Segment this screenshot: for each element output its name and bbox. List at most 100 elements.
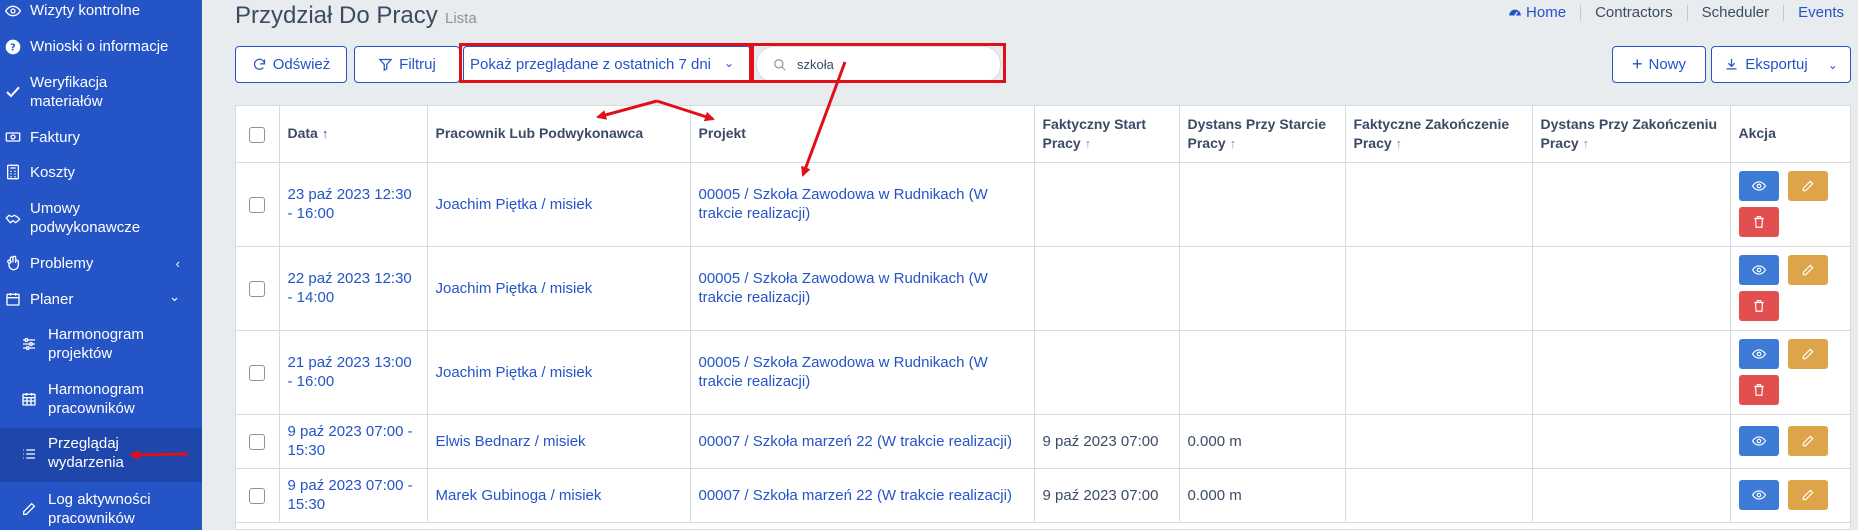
sidebar-item-umowy[interactable]: Umowy podwykonawcze [0, 199, 202, 241]
cell-project[interactable]: 00005 / Szkoła Zawodowa w Rudnikach (W t… [690, 246, 1035, 331]
cell-date[interactable]: 22 paź 2023 12:30 - 14:00 [279, 246, 428, 331]
cell-worker[interactable]: Joachim Piętka / misiek [427, 246, 691, 331]
cell-project[interactable]: 00007 / Szkoła marzeń 22 (W trakcie real… [690, 414, 1035, 469]
sidebar-item-log-aktywnosci[interactable]: Log aktywności pracowników [0, 490, 202, 530]
column-header-actual-start[interactable]: Faktyczny Start Pracy ↑ [1034, 106, 1180, 163]
sidebar-item-koszty[interactable]: Koszty [0, 163, 202, 185]
edit-button[interactable] [1787, 171, 1828, 201]
cell-project[interactable]: 00005 / Szkoła Zawodowa w Rudnikach (W t… [690, 330, 1035, 415]
row-checkbox[interactable] [249, 487, 266, 504]
trash-icon [1753, 384, 1764, 396]
sidebar-item-label: Log aktywności pracowników [48, 491, 151, 527]
chevron-down-icon: ⌄ [169, 289, 180, 304]
cell-project[interactable]: 00007 / Szkoła marzeń 22 (W trakcie real… [690, 468, 1035, 523]
column-header-end-distance[interactable]: Dystans Przy Zakończeniu Pracy ↑ [1532, 106, 1731, 163]
breadcrumb-contractors[interactable]: Contractors [1595, 4, 1673, 21]
column-header-start-distance[interactable]: Dystans Przy Starcie Pracy ↑ [1179, 106, 1346, 163]
select-all-checkbox[interactable] [249, 126, 266, 143]
edit-button[interactable] [1787, 339, 1828, 369]
view-button[interactable] [1738, 339, 1779, 369]
new-label[interactable]: Nowy [1649, 56, 1687, 73]
check-icon [4, 83, 22, 101]
row-select-cell [236, 246, 280, 331]
sort-asc-icon: ↑ [321, 126, 329, 142]
cell-actual-start: 9 paź 2023 07:00 [1034, 414, 1180, 469]
delete-button[interactable] [1738, 207, 1779, 237]
sidebar-item-planer[interactable]: Planer ⌄ [0, 289, 202, 312]
row-checkbox[interactable] [249, 364, 266, 381]
filter-icon [378, 58, 393, 72]
column-header-label: Faktyczny Start Pracy [1042, 115, 1146, 151]
row-checkbox[interactable] [249, 433, 266, 450]
breadcrumb-events[interactable]: Events [1798, 4, 1844, 21]
filter-button[interactable]: Filtruj [354, 46, 460, 83]
delete-button[interactable] [1738, 375, 1779, 405]
cell-worker[interactable]: Marek Gubinoga / misiek [427, 468, 691, 523]
chevron-left-icon: ‹ [175, 256, 180, 271]
table-row: 9 paź 2023 07:00 - 15:30 Marek Gubinoga /… [236, 468, 1850, 523]
breadcrumb-scheduler[interactable]: Scheduler [1702, 4, 1770, 21]
page-subtitle: Lista [445, 10, 477, 27]
sliders-icon [20, 335, 38, 353]
sidebar-item-faktury[interactable]: Faktury [0, 128, 202, 150]
eye-icon [1751, 490, 1766, 500]
row-checkbox[interactable] [249, 280, 266, 297]
sidebar-item-weryfikacja[interactable]: Weryfikacja materiałów [0, 73, 202, 115]
edit-button[interactable] [1787, 426, 1828, 456]
cell-date[interactable]: 9 paź 2023 07:00 - 15:30 [279, 468, 428, 523]
column-header-date[interactable]: Data ↑ [279, 106, 428, 163]
delete-button[interactable] [1738, 291, 1779, 321]
sidebar-item-label: Harmonogram pracowników [48, 381, 144, 417]
sidebar-item-przegladaj-wydarzenia[interactable]: Przeglądaj wydarzenia [0, 428, 202, 482]
sidebar-item-wizyty-kontrolne[interactable]: Wizyty kontrolne [0, 1, 202, 23]
sidebar-item-label: Harmonogram projektów [48, 326, 144, 362]
column-header-label: Akcja [1738, 125, 1776, 142]
sidebar-item-harmonogram-projektow[interactable]: Harmonogram projektów [0, 325, 202, 367]
cell-date[interactable]: 9 paź 2023 07:00 - 15:30 [279, 414, 428, 469]
pencil-icon [1802, 264, 1813, 276]
annotation-box-period [459, 43, 752, 83]
breadcrumb-home[interactable]: Home [1508, 4, 1566, 21]
cell-date[interactable]: 23 paź 2023 12:30 - 16:00 [279, 162, 428, 247]
view-button[interactable] [1738, 426, 1779, 456]
cell-end-distance [1532, 330, 1731, 415]
sort-icon: ↑ [1582, 135, 1590, 151]
column-header-label: Dystans Przy Zakończeniu Pracy [1540, 115, 1718, 151]
cell-worker[interactable]: Elwis Bednarz / misiek [427, 414, 691, 469]
new-button[interactable]: + Nowy [1612, 46, 1706, 83]
row-select-cell [236, 330, 280, 415]
eye-icon [4, 2, 22, 20]
column-header-actual-end[interactable]: Faktyczne Zakończenie Pracy ↑ [1345, 106, 1533, 163]
table-row: 23 paź 2023 12:30 - 16:00 Joachim Piętka … [236, 162, 1850, 247]
cell-date[interactable]: 21 paź 2023 13:00 - 16:00 [279, 330, 428, 415]
eye-icon [1751, 181, 1766, 191]
view-button[interactable] [1738, 171, 1779, 201]
sidebar-item-label: Problemy [30, 255, 94, 272]
export-button[interactable]: Eksportuj ⌄ [1711, 46, 1851, 83]
column-header-project[interactable]: Projekt [690, 106, 1035, 163]
cell-worker[interactable]: Joachim Piętka / misiek [427, 162, 691, 247]
sidebar-item-problemy[interactable]: Problemy ‹ [0, 254, 202, 276]
cell-actions [1730, 330, 1850, 415]
banknote-icon [4, 128, 22, 146]
row-checkbox[interactable] [249, 196, 266, 213]
view-button[interactable] [1738, 480, 1779, 510]
cell-project[interactable]: 00005 / Szkoła Zawodowa w Rudnikach (W t… [690, 162, 1035, 247]
sidebar-item-wnioski[interactable]: ? Wnioski o informacje [0, 37, 202, 61]
cell-worker[interactable]: Joachim Piętka / misiek [427, 330, 691, 415]
breadcrumb-separator [1686, 4, 1688, 21]
calendar-grid-icon [20, 390, 38, 408]
question-circle-icon: ? [4, 38, 22, 56]
view-button[interactable] [1738, 255, 1779, 285]
column-header-worker[interactable]: Pracownik Lub Podwykonawca [427, 106, 691, 163]
edit-button[interactable] [1787, 480, 1828, 510]
breadcrumb: Home Contractors Scheduler Events [1508, 4, 1844, 21]
cell-actual-start [1034, 246, 1180, 331]
refresh-button[interactable]: Odśwież [235, 46, 347, 83]
row-select-cell [236, 468, 280, 523]
edit-button[interactable] [1787, 255, 1828, 285]
sidebar-item-harmonogram-pracownikow[interactable]: Harmonogram pracowników [0, 380, 202, 422]
cell-actual-end [1345, 162, 1533, 247]
annotation-box-search [751, 43, 1006, 83]
sidebar: Wizyty kontrolne ? Wnioski o informacje … [0, 0, 202, 530]
